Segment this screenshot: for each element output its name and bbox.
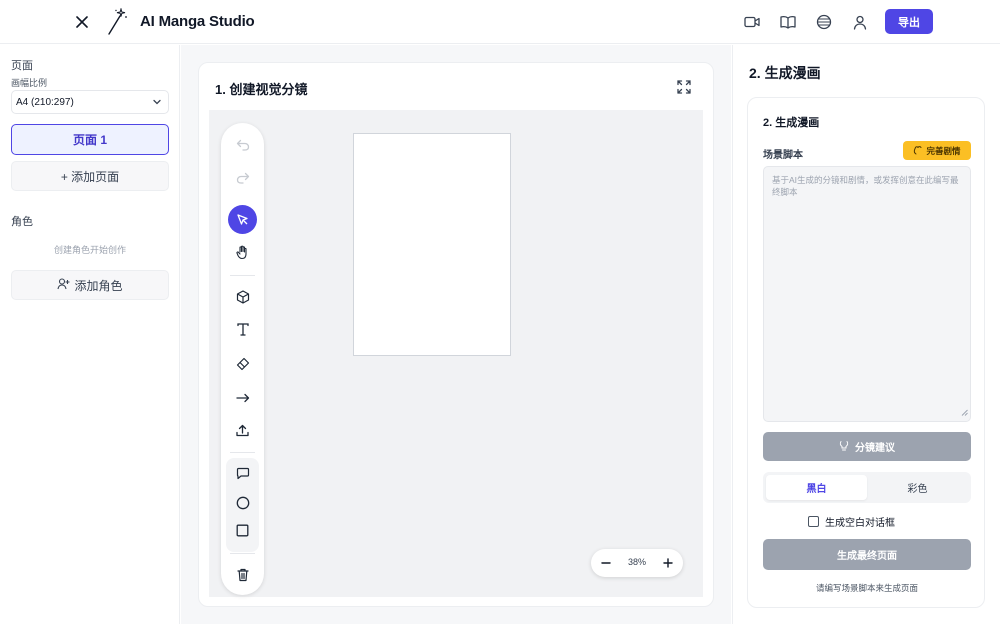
pages-heading: 页面 <box>11 60 33 72</box>
circle-tool-icon[interactable] <box>228 488 257 517</box>
storyboard-area: 1. 创建视觉分镜 38% <box>181 45 731 624</box>
blank-bubbles-checkbox[interactable] <box>808 516 819 527</box>
storyboard-card: 1. 创建视觉分镜 38% <box>198 62 714 607</box>
globe-icon[interactable] <box>814 12 834 32</box>
book-icon[interactable] <box>778 12 798 32</box>
generate-card: 2. 生成漫画 场景脚本 完善剧情 基于AI生成的分镜和剧情，或发挥创意在此编写… <box>747 97 985 608</box>
storyboard-suggest-label: 分镜建议 <box>855 443 895 454</box>
storyboard-title: 1. 创建视觉分镜 <box>215 82 308 97</box>
aspect-ratio-value: A4 (210:297) <box>16 96 74 108</box>
mode-black-white[interactable]: 黑白 <box>766 475 867 500</box>
eraser-icon[interactable] <box>228 349 257 378</box>
app-title: AI Manga Studio <box>140 13 255 30</box>
resize-handle-icon[interactable] <box>961 407 968 419</box>
generate-panel-title: 2. 生成漫画 <box>749 65 821 81</box>
scene-script-label: 场景脚本 <box>763 150 803 161</box>
trash-icon[interactable] <box>228 560 257 589</box>
drawing-canvas[interactable]: 38% <box>209 110 703 597</box>
zoom-control: 38% <box>591 549 683 577</box>
export-button[interactable]: 导出 <box>885 9 933 34</box>
aspect-ratio-select[interactable]: A4 (210:297) <box>11 90 169 114</box>
add-character-button[interactable]: 添加角色 <box>11 270 169 300</box>
color-mode-toggle: 黑白 彩色 <box>763 472 971 503</box>
rectangle-tool-icon[interactable] <box>228 516 257 545</box>
scene-script-placeholder: 基于AI生成的分镜和剧情，或发挥创意在此编写最终脚本 <box>772 175 959 197</box>
left-sidebar: 页面 画幅比例 A4 (210:297) 页面 1 + 添加页面 角色 创建角色… <box>0 45 180 624</box>
mode-color[interactable]: 彩色 <box>867 475 968 500</box>
page-canvas[interactable] <box>353 133 511 356</box>
arrow-tool-icon[interactable] <box>228 383 257 412</box>
user-icon[interactable] <box>850 12 870 32</box>
improve-story-label: 完善剧情 <box>926 145 961 156</box>
redo-icon[interactable] <box>228 163 257 192</box>
improve-story-button[interactable]: 完善剧情 <box>903 141 971 160</box>
page-item-1[interactable]: 页面 1 <box>11 124 169 155</box>
aspect-ratio-label: 画幅比例 <box>11 78 48 88</box>
hand-tool-icon[interactable] <box>228 238 257 267</box>
top-bar: AI Manga Studio 导出 <box>0 0 1000 44</box>
generate-card-title: 2. 生成漫画 <box>763 117 820 129</box>
magic-wand-logo-icon <box>104 7 130 36</box>
storyboard-suggest-button[interactable]: 分镜建议 <box>763 432 971 461</box>
zoom-in-icon[interactable] <box>660 555 676 571</box>
add-page-button[interactable]: + 添加页面 <box>11 161 169 191</box>
undo-icon[interactable] <box>228 130 257 159</box>
cube-icon[interactable] <box>228 282 257 311</box>
add-character-label: 添加角色 <box>74 278 123 293</box>
upload-icon[interactable] <box>228 416 257 445</box>
zoom-level: 38% <box>627 557 646 567</box>
blank-bubbles-label: 生成空白对话框 <box>825 518 895 529</box>
characters-hint: 创建角色开始创作 <box>53 245 126 255</box>
generate-hint: 请编写场景脚本来生成页面 <box>815 583 918 593</box>
right-sidebar: 2. 生成漫画 2. 生成漫画 场景脚本 完善剧情 基于AI生成的分镜和剧情，或… <box>732 45 1000 624</box>
add-user-icon <box>57 277 70 293</box>
speech-bubble-icon[interactable] <box>228 459 257 488</box>
close-icon[interactable] <box>72 12 92 32</box>
fullscreen-icon[interactable] <box>677 80 691 94</box>
select-tool-icon[interactable] <box>228 205 257 234</box>
text-tool-icon[interactable] <box>228 315 257 344</box>
tool-palette <box>221 123 264 595</box>
blank-bubbles-option[interactable]: 生成空白对话框 <box>808 514 895 529</box>
scene-script-textarea[interactable]: 基于AI生成的分镜和剧情，或发挥创意在此编写最终脚本 <box>763 166 971 422</box>
generate-final-page-button[interactable]: 生成最终页面 <box>763 539 971 570</box>
zoom-out-icon[interactable] <box>598 555 614 571</box>
video-icon[interactable] <box>742 12 762 32</box>
characters-heading: 角色 <box>11 216 33 228</box>
hand-pointer-icon <box>913 145 923 157</box>
lightbulb-icon <box>839 440 849 454</box>
chevron-down-icon <box>152 97 162 110</box>
